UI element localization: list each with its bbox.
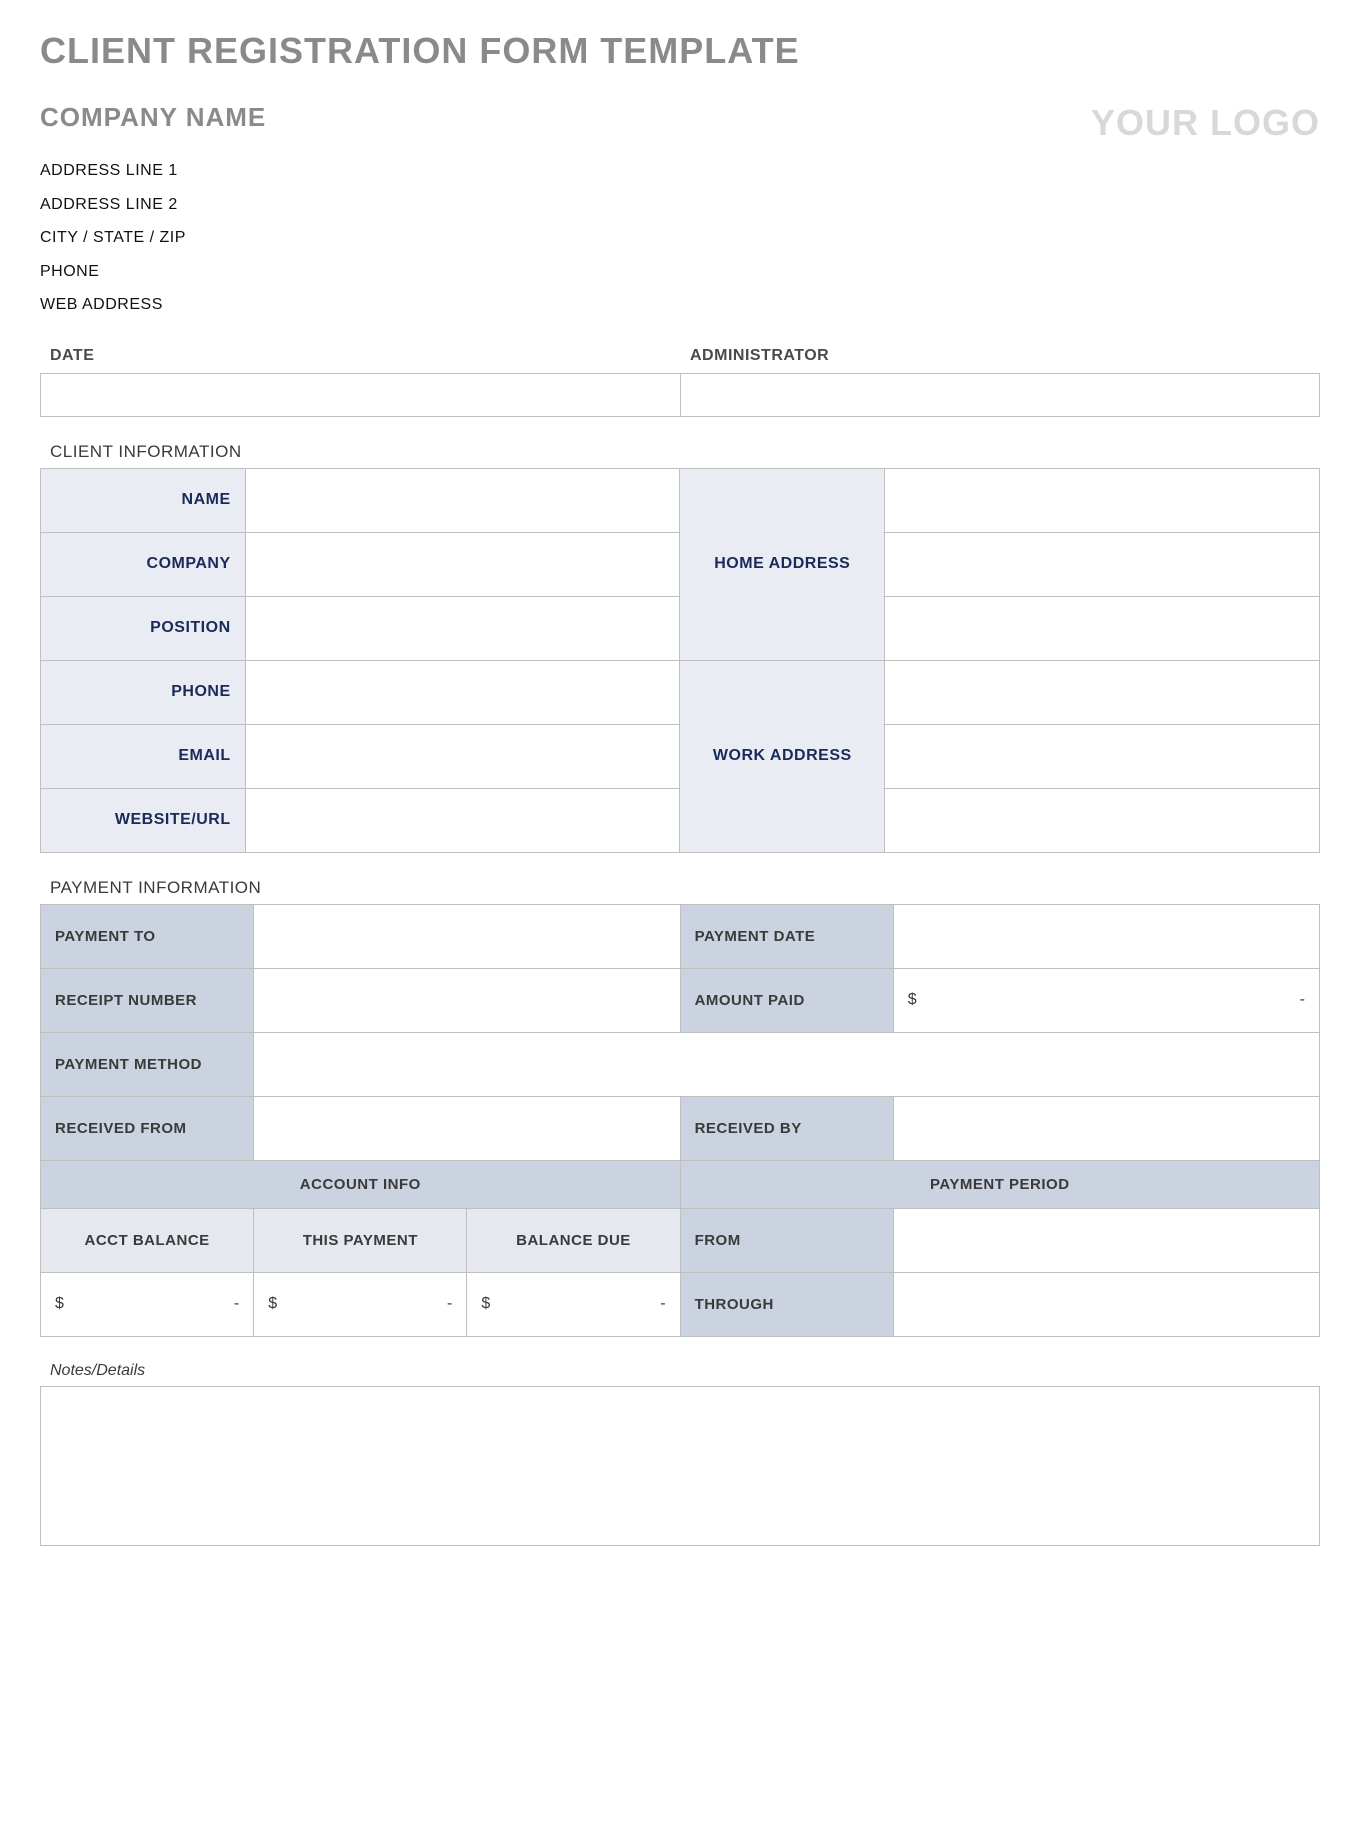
ci-home-address-1-input[interactable] xyxy=(899,491,1305,509)
logo-placeholder: YOUR LOGO xyxy=(1091,102,1320,144)
amount-paid-value: - xyxy=(1300,991,1305,1009)
ci-position-label: POSITION xyxy=(41,596,246,660)
ci-work-address-2-input[interactable] xyxy=(899,747,1305,765)
address-line-2: ADDRESS LINE 2 xyxy=(40,188,1320,222)
ci-website-input[interactable] xyxy=(260,811,666,829)
pi-amount-paid-label: AMOUNT PAID xyxy=(680,968,893,1032)
ci-work-address-label: WORK ADDRESS xyxy=(680,660,885,852)
through-input[interactable] xyxy=(908,1295,1305,1313)
ci-work-address-3-input[interactable] xyxy=(899,811,1305,829)
date-label: DATE xyxy=(40,347,680,373)
client-info-table: NAME HOME ADDRESS COMPANY POSITION PHONE… xyxy=(40,468,1320,853)
balance-due-value: - xyxy=(660,1295,665,1313)
pi-amount-paid-cell[interactable]: $ - xyxy=(893,968,1319,1032)
pi-received-from-label: RECEIVED FROM xyxy=(41,1096,254,1160)
administrator-input[interactable] xyxy=(680,373,1320,417)
administrator-label: ADMINISTRATOR xyxy=(680,347,1320,373)
acct-balance-currency: $ xyxy=(55,1295,64,1313)
acct-balance-cell[interactable]: $ - xyxy=(41,1272,254,1336)
pi-received-from-input[interactable] xyxy=(268,1119,665,1137)
ci-company-label: COMPANY xyxy=(41,532,246,596)
acct-balance-value: - xyxy=(234,1295,239,1313)
acct-balance-label: ACCT BALANCE xyxy=(41,1208,254,1272)
pi-received-by-label: RECEIVED BY xyxy=(680,1096,893,1160)
account-info-header: ACCOUNT INFO xyxy=(41,1160,681,1208)
pi-payment-date-input[interactable] xyxy=(908,927,1305,945)
ci-phone-input[interactable] xyxy=(260,683,666,701)
ci-name-label: NAME xyxy=(41,468,246,532)
ci-work-address-1-input[interactable] xyxy=(899,683,1305,701)
company-web: WEB ADDRESS xyxy=(40,288,1320,322)
pi-payment-date-label: PAYMENT DATE xyxy=(680,904,893,968)
this-payment-label: THIS PAYMENT xyxy=(254,1208,467,1272)
pi-payment-to-label: PAYMENT TO xyxy=(41,904,254,968)
ci-website-label: WEBSITE/URL xyxy=(41,788,246,852)
payment-info-table: PAYMENT TO PAYMENT DATE RECEIPT NUMBER A… xyxy=(40,904,1320,1337)
ci-email-input[interactable] xyxy=(260,747,666,765)
pi-payment-method-label: PAYMENT METHOD xyxy=(41,1032,254,1096)
pi-payment-to-input[interactable] xyxy=(268,927,665,945)
ci-position-input[interactable] xyxy=(260,619,666,637)
company-name-label: COMPANY NAME xyxy=(40,102,266,133)
date-input[interactable] xyxy=(40,373,680,417)
notes-textarea[interactable] xyxy=(40,1386,1320,1546)
ci-company-input[interactable] xyxy=(260,555,666,573)
pi-received-by-input[interactable] xyxy=(908,1119,1305,1137)
page-title: CLIENT REGISTRATION FORM TEMPLATE xyxy=(40,30,1320,72)
through-label: THROUGH xyxy=(680,1272,893,1336)
ci-phone-label: PHONE xyxy=(41,660,246,724)
this-payment-currency: $ xyxy=(268,1295,277,1313)
amount-paid-currency: $ xyxy=(908,991,917,1009)
this-payment-value: - xyxy=(447,1295,452,1313)
ci-home-address-2-input[interactable] xyxy=(899,555,1305,573)
ci-name-input[interactable] xyxy=(260,491,666,509)
ci-email-label: EMAIL xyxy=(41,724,246,788)
balance-due-currency: $ xyxy=(481,1295,490,1313)
balance-due-label: BALANCE DUE xyxy=(467,1208,680,1272)
company-phone: PHONE xyxy=(40,255,1320,289)
payment-info-title: PAYMENT INFORMATION xyxy=(50,878,1320,898)
pi-receipt-number-label: RECEIPT NUMBER xyxy=(41,968,254,1032)
header-row: COMPANY NAME YOUR LOGO xyxy=(40,102,1320,144)
address-line-1: ADDRESS LINE 1 xyxy=(40,154,1320,188)
balance-due-cell[interactable]: $ - xyxy=(467,1272,680,1336)
ci-home-address-label: HOME ADDRESS xyxy=(680,468,885,660)
city-state-zip: CITY / STATE / ZIP xyxy=(40,221,1320,255)
payment-period-header: PAYMENT PERIOD xyxy=(680,1160,1319,1208)
notes-label: Notes/Details xyxy=(50,1362,1320,1380)
date-admin-row: DATE ADMINISTRATOR xyxy=(40,347,1320,417)
from-label: FROM xyxy=(680,1208,893,1272)
company-info-block: ADDRESS LINE 1 ADDRESS LINE 2 CITY / STA… xyxy=(40,154,1320,322)
pi-receipt-number-input[interactable] xyxy=(268,991,665,1009)
this-payment-cell[interactable]: $ - xyxy=(254,1272,467,1336)
client-info-title: CLIENT INFORMATION xyxy=(50,442,1320,462)
ci-home-address-3-input[interactable] xyxy=(899,619,1305,637)
pi-payment-method-input[interactable] xyxy=(268,1055,1305,1073)
from-input[interactable] xyxy=(908,1231,1305,1249)
